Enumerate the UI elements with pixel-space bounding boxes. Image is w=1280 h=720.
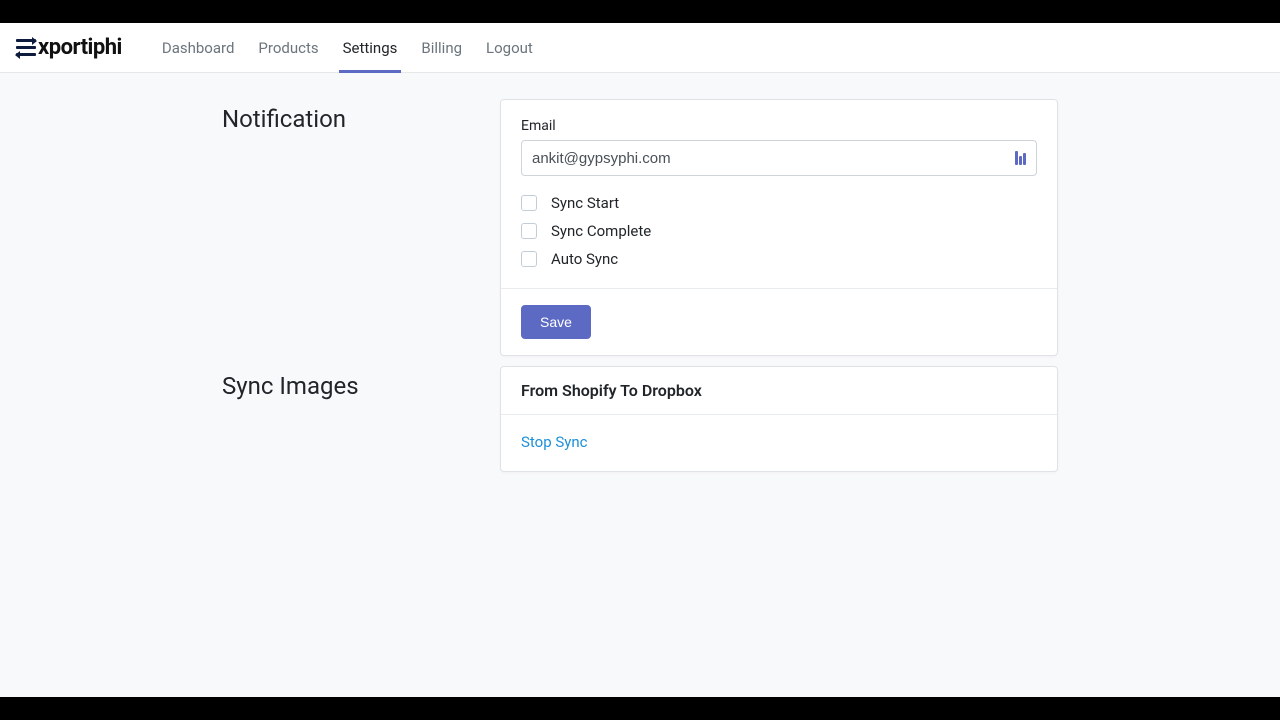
sync-images-card-body: Stop Sync xyxy=(501,415,1057,471)
top-nav: xportiphi Dashboard Products Settings Bi… xyxy=(0,23,1280,73)
checkbox-label-sync-start[interactable]: Sync Start xyxy=(551,194,619,212)
notification-card-body: Email Sync Start Sync Complete xyxy=(501,100,1057,288)
notification-card: Email Sync Start Sync Complete xyxy=(500,99,1058,356)
checkbox-label-auto-sync[interactable]: Auto Sync xyxy=(551,250,618,268)
nav-products[interactable]: Products xyxy=(250,23,326,72)
nav-logout[interactable]: Logout xyxy=(478,23,541,72)
nav-dashboard[interactable]: Dashboard xyxy=(154,23,243,72)
content-area: Notification Email Sync Start Sync Compl… xyxy=(0,73,1280,697)
brand-logo[interactable]: xportiphi xyxy=(16,35,122,60)
brand-text: xportiphi xyxy=(38,35,122,60)
check-row-sync-complete: Sync Complete xyxy=(521,222,1037,240)
email-input-wrap xyxy=(521,140,1037,176)
checkbox-sync-start[interactable] xyxy=(521,195,537,211)
brand-icon xyxy=(16,39,36,57)
check-row-sync-start: Sync Start xyxy=(521,194,1037,212)
stop-sync-link[interactable]: Stop Sync xyxy=(521,433,588,451)
letterbox-bottom xyxy=(0,697,1280,720)
email-field[interactable] xyxy=(521,140,1037,176)
email-label: Email xyxy=(521,118,1037,134)
save-button[interactable]: Save xyxy=(521,305,591,339)
section-title-notification: Notification xyxy=(222,99,500,133)
password-manager-icon[interactable] xyxy=(1015,151,1029,165)
nav-settings[interactable]: Settings xyxy=(335,23,406,72)
nav-links: Dashboard Products Settings Billing Logo… xyxy=(150,23,545,72)
checkbox-auto-sync[interactable] xyxy=(521,251,537,267)
checkbox-label-sync-complete[interactable]: Sync Complete xyxy=(551,222,651,240)
sync-images-card: From Shopify To Dropbox Stop Sync xyxy=(500,366,1058,472)
section-sync-images: Sync Images From Shopify To Dropbox Stop… xyxy=(222,366,1058,472)
section-notification: Notification Email Sync Start Sync Compl… xyxy=(222,99,1058,356)
notification-card-footer: Save xyxy=(501,288,1057,355)
letterbox-top xyxy=(0,0,1280,23)
check-row-auto-sync: Auto Sync xyxy=(521,250,1037,268)
nav-billing[interactable]: Billing xyxy=(413,23,470,72)
app-page: xportiphi Dashboard Products Settings Bi… xyxy=(0,23,1280,697)
sync-images-card-header: From Shopify To Dropbox xyxy=(501,367,1057,415)
checkbox-sync-complete[interactable] xyxy=(521,223,537,239)
section-title-sync-images: Sync Images xyxy=(222,366,500,400)
